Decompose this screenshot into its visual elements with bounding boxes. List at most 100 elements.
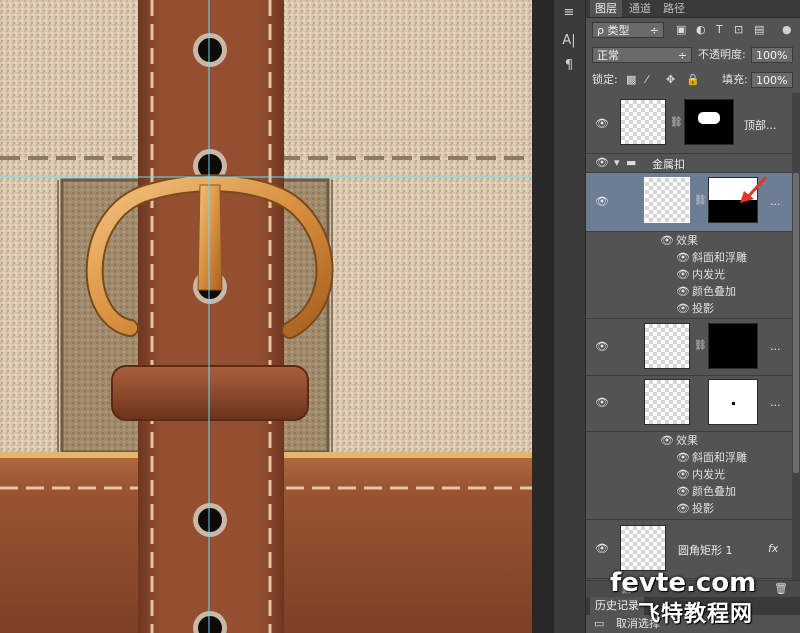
- blend-mode-value: 正常: [597, 49, 619, 62]
- layer-thumbnail: [644, 323, 690, 369]
- effect-drop-shadow[interactable]: 👁 投影: [586, 300, 792, 317]
- filter-toggle-icon[interactable]: ●: [782, 22, 792, 38]
- expand-arrow-icon[interactable]: ▾: [614, 155, 620, 171]
- adjustment-filter-icon[interactable]: ◐: [696, 22, 706, 38]
- tab-layers[interactable]: 图层: [590, 0, 622, 17]
- effects-label: 效果: [676, 434, 698, 447]
- layer-top[interactable]: 👁 ⛓ 顶部...: [586, 93, 792, 154]
- chevron-down-icon: ÷: [649, 24, 659, 37]
- group-name: 金属扣: [652, 158, 685, 171]
- link-icon[interactable]: ⛓: [670, 117, 683, 128]
- effect-bevel[interactable]: 👁 斜面和浮雕: [586, 249, 792, 266]
- eye-icon[interactable]: 👁: [676, 503, 690, 515]
- effect-color-overlay-2[interactable]: 👁 颜色叠加: [586, 483, 792, 500]
- layer-group-metal-buckle[interactable]: 👁 ▾ ▬ 金属扣: [586, 154, 792, 173]
- lock-row: 锁定: ▩ ⁄ ✥ 🔒 填充: 100%: [586, 71, 800, 89]
- tab-channels[interactable]: 通道: [624, 0, 656, 17]
- character-panel-icon[interactable]: ≡: [558, 2, 580, 24]
- eye-icon[interactable]: 👁: [595, 397, 609, 409]
- belt-artwork: [0, 0, 532, 633]
- more-icon: ...: [770, 195, 781, 208]
- more-icon: ...: [770, 340, 781, 353]
- document-canvas[interactable]: [0, 0, 532, 633]
- fill-label: 填充:: [722, 73, 748, 86]
- eye-icon[interactable]: 👁: [676, 303, 690, 315]
- layer-dots-1[interactable]: 👁 ⛓ ...: [586, 318, 792, 376]
- layer-dots-2[interactable]: 👁 ...: [586, 375, 792, 432]
- watermark: fevte.com 飞特教程网: [602, 568, 800, 630]
- layer-thumbnail: [620, 99, 666, 145]
- eye-icon[interactable]: 👁: [595, 196, 609, 208]
- layer-name: 圆角矩形 1: [678, 544, 733, 557]
- opacity-input[interactable]: 100%: [751, 47, 793, 63]
- layer-mask-thumbnail[interactable]: [708, 379, 758, 425]
- fx-icon[interactable]: fx: [768, 542, 778, 555]
- layers-list: 👁 ⛓ 顶部... 👁 ▾ ▬ 金属扣 👁 ⛓ ... 👁 效果 👁 斜面和浮雕…: [586, 93, 800, 580]
- folder-icon: ▬: [626, 156, 637, 169]
- more-icon: ...: [770, 396, 781, 409]
- effect-drop-shadow-2[interactable]: 👁 投影: [586, 500, 792, 517]
- effects-label: 效果: [676, 234, 698, 247]
- layer-name: 顶部...: [744, 119, 777, 132]
- watermark-line1: fevte.com: [610, 568, 757, 598]
- opacity-label: 不透明度:: [698, 48, 746, 61]
- watermark-line2: 飞特教程网: [638, 602, 754, 627]
- shape-filter-icon[interactable]: ⊡: [734, 22, 743, 38]
- opacity-value: 100%: [756, 49, 788, 62]
- lock-brush-icon[interactable]: ⁄: [646, 72, 648, 88]
- filter-row: ρ 类型 ÷ ▣ ◐ T ⊡ ▤ ●: [586, 21, 800, 39]
- canvas-divider: [532, 0, 554, 633]
- effect-label: 内发光: [692, 268, 725, 281]
- fill-value: 100%: [756, 74, 788, 87]
- eye-icon[interactable]: 👁: [676, 286, 690, 298]
- effects-row-2[interactable]: 👁 效果: [586, 432, 792, 449]
- filter-label: ρ 类型: [597, 24, 630, 37]
- effect-inner-glow[interactable]: 👁 内发光: [586, 266, 792, 283]
- eye-icon[interactable]: 👁: [595, 157, 609, 169]
- scrollbar-thumb[interactable]: [793, 173, 799, 473]
- text-tool-icon[interactable]: A|: [558, 30, 580, 52]
- layers-scrollbar[interactable]: [792, 93, 800, 580]
- effect-label: 斜面和浮雕: [692, 251, 747, 264]
- layers-panel: 图层 通道 路径 ρ 类型 ÷ ▣ ◐ T ⊡ ▤ ● 正常 ÷ 不透明度: 1…: [586, 0, 800, 633]
- eye-icon[interactable]: 👁: [676, 252, 690, 264]
- eye-icon[interactable]: 👁: [595, 118, 609, 130]
- chevron-down-icon: ÷: [677, 49, 687, 62]
- panel-tabs: 图层 通道 路径: [586, 0, 800, 18]
- eye-icon[interactable]: 👁: [595, 341, 609, 353]
- eye-icon[interactable]: 👁: [676, 486, 690, 498]
- effect-label: 颜色叠加: [692, 485, 736, 498]
- layer-thumbnail: [644, 177, 690, 223]
- eye-icon[interactable]: 👁: [676, 452, 690, 464]
- layer-mask-thumbnail[interactable]: [684, 99, 734, 145]
- red-arrow-annotation: [740, 175, 768, 203]
- fill-input[interactable]: 100%: [751, 72, 793, 88]
- blend-mode-select[interactable]: 正常 ÷: [592, 47, 692, 63]
- link-icon[interactable]: ⛓: [694, 195, 707, 206]
- lock-all-icon[interactable]: 🔒: [686, 72, 700, 88]
- effect-bevel-2[interactable]: 👁 斜面和浮雕: [586, 449, 792, 466]
- smart-object-filter-icon[interactable]: ▤: [754, 22, 764, 38]
- type-filter-icon[interactable]: T: [716, 22, 723, 38]
- effects-row[interactable]: 👁 效果: [586, 232, 792, 249]
- paragraph-icon[interactable]: ¶: [558, 55, 580, 77]
- effect-color-overlay[interactable]: 👁 颜色叠加: [586, 283, 792, 300]
- blend-row: 正常 ÷ 不透明度: 100%: [586, 46, 800, 64]
- link-icon[interactable]: ⛓: [694, 340, 707, 351]
- lock-transparent-icon[interactable]: ▩: [626, 72, 636, 88]
- eye-icon[interactable]: 👁: [595, 543, 609, 555]
- eye-icon[interactable]: 👁: [660, 235, 674, 247]
- eye-icon[interactable]: 👁: [660, 435, 674, 447]
- layer-mask-thumbnail[interactable]: [708, 323, 758, 369]
- lock-move-icon[interactable]: ✥: [666, 72, 675, 88]
- eye-icon[interactable]: 👁: [676, 269, 690, 281]
- effect-label: 内发光: [692, 468, 725, 481]
- effect-inner-glow-2[interactable]: 👁 内发光: [586, 466, 792, 483]
- layer-thumbnail: [620, 525, 666, 571]
- effect-label: 斜面和浮雕: [692, 451, 747, 464]
- pixel-filter-icon[interactable]: ▣: [676, 22, 686, 38]
- eye-icon[interactable]: 👁: [676, 469, 690, 481]
- tab-paths[interactable]: 路径: [658, 0, 690, 17]
- layer-filter-select[interactable]: ρ 类型 ÷: [592, 22, 664, 38]
- layer-selected[interactable]: 👁 ⛓ ...: [586, 173, 792, 232]
